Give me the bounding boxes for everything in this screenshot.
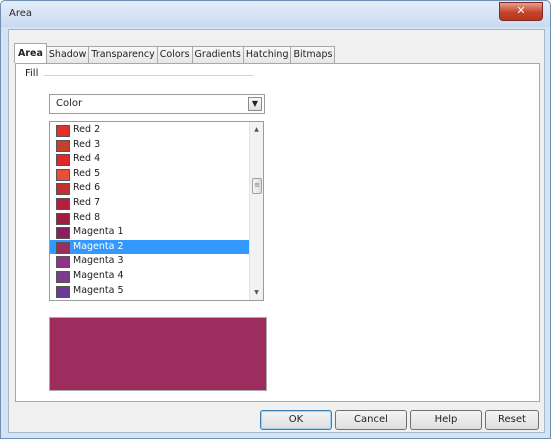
color-list-item[interactable]: Red 2 [50, 123, 249, 138]
color-list-scrollbar[interactable]: ▲ ≡ ▼ [249, 122, 263, 300]
color-swatch [56, 212, 70, 225]
ok-button[interactable]: OK [260, 410, 332, 430]
color-name: Red 7 [73, 196, 101, 208]
dialog-client-area: Area Shadow Transparency Colors Gradient… [8, 29, 545, 433]
close-button[interactable]: ✕ [499, 2, 543, 21]
color-name: Magenta 4 [73, 269, 124, 281]
color-swatch [56, 168, 70, 181]
color-swatch [56, 139, 70, 152]
fill-section-divider [44, 75, 254, 76]
color-list-item[interactable]: Magenta 1 [50, 225, 249, 240]
fill-type-dropdown[interactable]: Color ▼ [49, 94, 265, 114]
tab-transparency[interactable]: Transparency [88, 46, 158, 63]
color-name: Red 6 [73, 182, 101, 194]
area-dialog: Area ✕ Area Shadow Transparency Colors G… [0, 0, 551, 439]
color-swatch [56, 256, 70, 269]
color-name: Magenta 1 [73, 226, 124, 238]
color-swatch [56, 285, 70, 298]
reset-button[interactable]: Reset [485, 410, 539, 430]
color-list-items: Red 2 Red 3 Red 4 Red 5 Red 6 Red 7 Red 8 Magen… [50, 123, 249, 298]
scroll-thumb[interactable]: ≡ [252, 178, 262, 194]
color-swatch [56, 183, 70, 196]
color-name: Magenta 5 [73, 284, 124, 296]
color-name: Red 3 [73, 138, 101, 150]
color-list-item[interactable]: Red 7 [50, 196, 249, 211]
tab-area[interactable]: Area [14, 43, 47, 63]
color-swatch [56, 227, 70, 240]
color-name: Red 2 [73, 124, 101, 135]
color-swatch [56, 241, 70, 254]
color-name: Magenta 2 [73, 240, 124, 252]
color-name: Red 5 [73, 167, 101, 179]
cancel-button[interactable]: Cancel [335, 410, 407, 430]
color-list-item[interactable]: Red 3 [50, 138, 249, 153]
fill-type-value: Color [56, 98, 83, 109]
color-swatch [56, 154, 70, 167]
color-list-item[interactable]: Magenta 2 [50, 239, 249, 255]
area-tab-panel: Fill Color ▼ Red 2 Red 3 Red 4 Red 5 Red 6 Re… [15, 63, 540, 402]
color-list-item[interactable]: Red 4 [50, 152, 249, 167]
color-list-item[interactable]: Magenta 5 [50, 284, 249, 299]
color-swatch [56, 197, 70, 210]
color-list-item[interactable]: Red 5 [50, 167, 249, 182]
color-list[interactable]: Red 2 Red 3 Red 4 Red 5 Red 6 Red 7 Red 8 Magen… [49, 121, 264, 301]
close-icon: ✕ [516, 4, 526, 17]
color-list-item[interactable]: Red 6 [50, 181, 249, 196]
title-bar[interactable]: Area ✕ [1, 1, 550, 27]
color-list-item[interactable]: Magenta 4 [50, 269, 249, 284]
fill-section-label: Fill [25, 68, 39, 79]
color-list-item[interactable]: Red 8 [50, 211, 249, 226]
help-button[interactable]: Help [410, 410, 482, 430]
color-list-item[interactable]: Magenta 3 [50, 254, 249, 269]
color-swatch [56, 270, 70, 283]
color-swatch [56, 125, 70, 137]
tab-colors[interactable]: Colors [156, 46, 193, 63]
color-name: Red 4 [73, 153, 101, 165]
color-name: Red 8 [73, 211, 101, 223]
tab-bitmaps[interactable]: Bitmaps [290, 46, 336, 63]
tab-shadow[interactable]: Shadow [45, 46, 90, 63]
fill-preview [49, 317, 267, 391]
tab-hatching[interactable]: Hatching [242, 46, 292, 63]
chevron-down-icon[interactable]: ▼ [248, 97, 262, 111]
scroll-up-arrow-icon[interactable]: ▲ [251, 124, 262, 135]
tab-gradients[interactable]: Gradients [191, 46, 244, 63]
tab-strip: Area Shadow Transparency Colors Gradient… [14, 43, 336, 63]
color-name: Magenta 3 [73, 255, 124, 267]
window-title: Area [9, 8, 33, 19]
scroll-down-arrow-icon[interactable]: ▼ [251, 287, 262, 298]
